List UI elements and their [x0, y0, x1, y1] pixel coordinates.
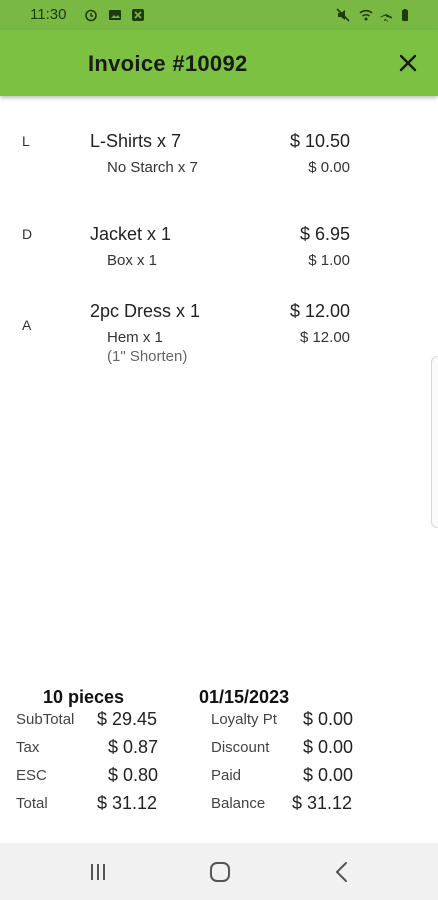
esc-label: ESC: [16, 767, 47, 784]
airplane-icon: [380, 9, 392, 22]
item-price: $ 6.95: [299, 224, 350, 244]
paid-value: $ 0.00: [303, 765, 354, 785]
item-name: L-Shirts x 7: [90, 131, 182, 151]
item-category: L: [22, 133, 30, 149]
paid-label: Paid: [211, 767, 242, 784]
subtotal-value: $ 29.45: [97, 709, 158, 729]
status-bar: 11:30: [0, 0, 438, 30]
total-label: Total: [16, 795, 48, 812]
item-price: $ 10.50: [289, 131, 350, 151]
item-modifier-price: $ 12.00: [299, 329, 350, 346]
close-icon[interactable]: [396, 51, 420, 75]
pieces-count: 10 pieces: [43, 687, 125, 707]
discount-value: $ 0.00: [303, 737, 354, 757]
tax-value: $ 0.87: [108, 737, 159, 757]
total-value: $ 31.12: [97, 793, 158, 813]
discount-label: Discount: [211, 739, 270, 756]
loyalty-value: $ 0.00: [303, 709, 354, 729]
tax-label: Tax: [16, 739, 40, 756]
invoice-date: 01/15/2023: [199, 687, 290, 707]
item-name: Jacket x 1: [90, 224, 172, 244]
mute-icon: [336, 8, 350, 22]
item-category: D: [22, 226, 33, 242]
item-modifier-name: No Starch x 7: [107, 159, 198, 176]
balance-value: $ 31.12: [292, 793, 353, 813]
invoice-summary: 10 pieces 01/15/2023 SubTotal $ 29.45 Ta…: [0, 678, 438, 838]
image-icon: [109, 10, 121, 20]
item-modifier-price: $ 0.00: [308, 159, 350, 176]
item-modifier-name: Hem x 1: [107, 329, 163, 346]
item-modifier-name: Box x 1: [107, 252, 158, 269]
page-title: Invoice #10092: [88, 51, 248, 76]
battery-icon: [402, 9, 408, 21]
home-icon[interactable]: [207, 859, 233, 885]
wifi-icon: [359, 9, 373, 21]
alarm-icon: [85, 9, 97, 22]
item-modifier-price: $ 1.00: [308, 252, 350, 269]
back-icon[interactable]: [329, 859, 355, 885]
app-bar: Invoice #10092: [0, 30, 438, 96]
notification-icon: [132, 9, 144, 21]
esc-value: $ 0.80: [108, 765, 159, 785]
status-time: 11:30: [30, 6, 67, 23]
item-price: $ 12.00: [289, 301, 350, 321]
drawer-handle[interactable]: [431, 356, 438, 528]
item-name: 2pc Dress x 1: [90, 301, 201, 321]
recent-apps-icon[interactable]: [85, 859, 111, 885]
balance-label: Balance: [211, 795, 266, 812]
item-category: A: [22, 317, 32, 333]
loyalty-label: Loyalty Pt: [211, 711, 277, 728]
system-nav-bar: [0, 843, 438, 900]
subtotal-label: SubTotal: [16, 711, 75, 728]
item-note: (1" Shorten): [107, 348, 188, 365]
